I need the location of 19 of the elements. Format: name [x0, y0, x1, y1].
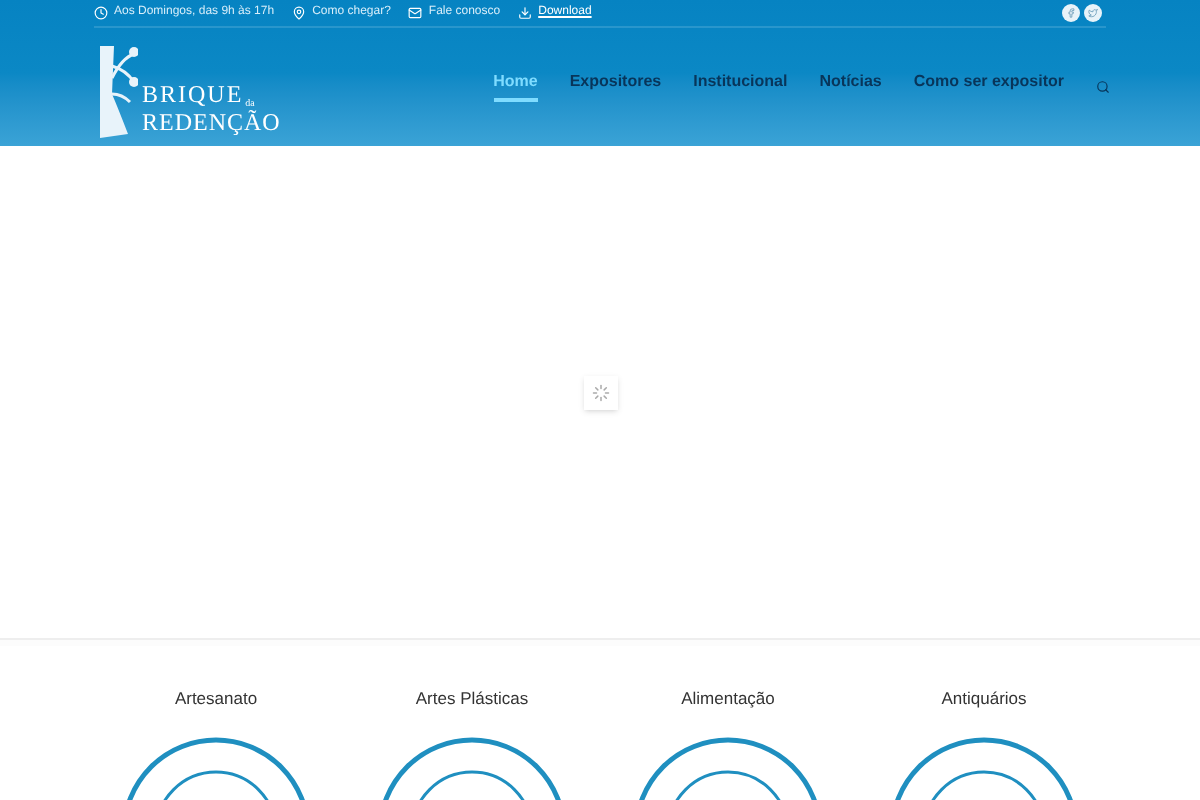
twitter-icon[interactable]: [1084, 4, 1102, 22]
category-title: Artesanato: [174, 686, 258, 712]
logo-text: BRIQUE: [142, 82, 244, 107]
nav-link[interactable]: Como ser expositor: [913, 70, 1064, 103]
logo-text: REDENÇÃO: [142, 110, 281, 135]
clock-icon: [94, 6, 108, 20]
nav-link[interactable]: Institucional: [693, 70, 788, 103]
loading-spinner: [583, 375, 617, 410]
nav-link[interactable]: Expositores: [569, 70, 662, 103]
download-icon: [518, 6, 533, 20]
category-title: Alimentação: [681, 686, 775, 712]
facebook-icon[interactable]: [1062, 4, 1080, 22]
nav-link[interactable]: Notícias: [819, 70, 882, 103]
location-pin-icon: [292, 6, 307, 20]
search-icon[interactable]: [1096, 79, 1110, 94]
category-title: Antiquários: [941, 686, 1027, 712]
category-title: Artes Plásticas: [415, 686, 529, 712]
nav-link[interactable]: Home: [493, 70, 538, 103]
envelope-icon: [408, 6, 423, 20]
